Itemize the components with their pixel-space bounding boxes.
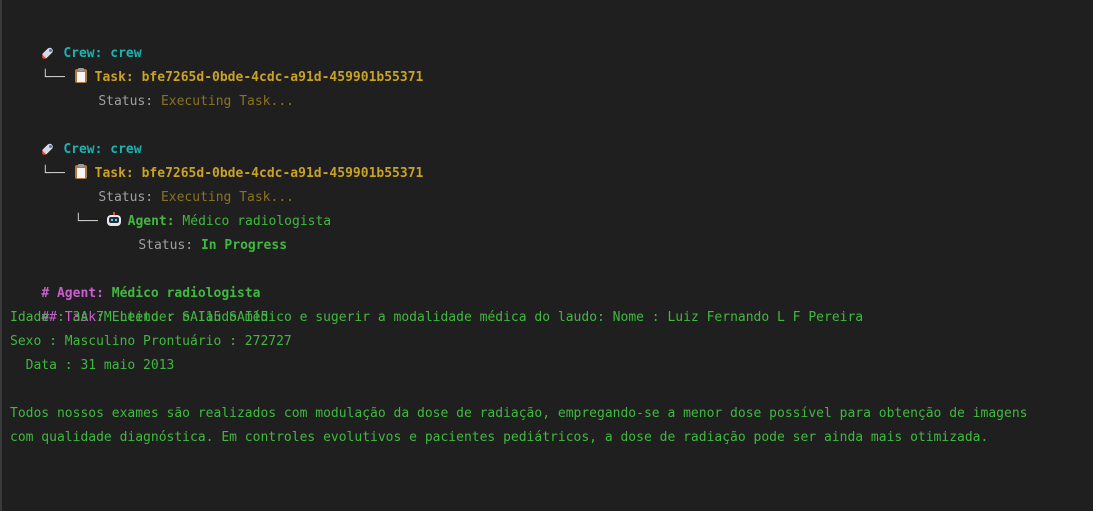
status-value: Executing Task... <box>160 94 294 109</box>
task-detail-idade: Idade : 3A 7M Leito : SAI15 SAI15 <box>10 310 269 325</box>
paragraph-line-1: Todos nossos exames são realizados com m… <box>10 406 1028 421</box>
agent-status-line: Status: In Progress <box>107 210 287 253</box>
paragraph-line-2: com qualidade diagnóstica. Em controles … <box>10 430 989 445</box>
task-heading: ## Task: Entender o laudo médico e suger… <box>10 282 863 325</box>
crew-line: Crew: crew <box>10 114 142 157</box>
task-line: └── Task: bfe7265d-0bde-4cdc-a91d-459901… <box>10 42 423 85</box>
status-label: Status: <box>98 94 154 109</box>
status-line: Status: Executing Task... <box>67 162 294 205</box>
terminal-output: Crew: crew └── Task: bfe7265d-0bde-4cdc-… <box>0 0 1093 511</box>
tree-connector: └── <box>74 214 106 229</box>
task-detail-sexo: Sexo : Masculino Prontuário : 272727 <box>10 334 292 349</box>
crew-line: Crew: crew <box>10 18 142 61</box>
agent-status-label: Status: <box>138 238 194 253</box>
status-line: Status: Executing Task... <box>67 66 294 109</box>
agent-line: └── Agent: Médico radiologista <box>43 186 331 229</box>
task-line: └── Task: bfe7265d-0bde-4cdc-a91d-459901… <box>10 138 423 181</box>
agent-heading: # Agent: Médico radiologista <box>10 258 260 301</box>
task-detail-data: Data : 31 maio 2013 <box>10 358 175 373</box>
agent-status-value: In Progress <box>200 238 288 253</box>
